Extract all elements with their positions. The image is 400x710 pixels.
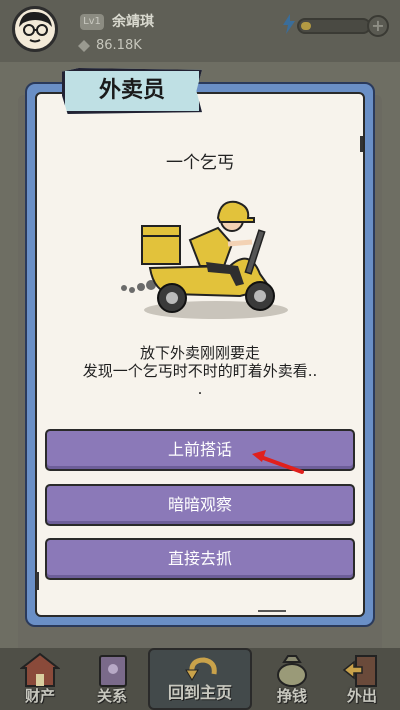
energy-bar (297, 18, 371, 34)
dialog-title: 外卖员 (98, 78, 165, 103)
energy-fill (301, 22, 311, 30)
avatar-face-icon (19, 11, 52, 43)
money-bag-icon (277, 655, 307, 687)
page-mark (258, 610, 286, 612)
story-line: . (197, 380, 203, 398)
choice-catch-button[interactable]: 直接去抓 (45, 538, 355, 580)
level-badge: Lv1 (80, 14, 104, 30)
nav-label: 回到主页 (167, 683, 232, 702)
delivery-scooter-illustration (121, 200, 288, 319)
nav-label: 关系 (96, 687, 127, 705)
nav-item-relations[interactable]: 关系 (76, 648, 148, 710)
money-icon (78, 40, 90, 52)
energy-icon (283, 14, 295, 34)
choice-talk-button[interactable]: 上前搭话 (45, 429, 355, 471)
nav-item-earn[interactable]: 挣钱 (256, 648, 328, 710)
story-line: 发现一个乞丐时不时的盯着外卖看.. (82, 362, 318, 380)
avatar[interactable] (12, 6, 58, 52)
story-line: 放下外卖刚刚要走 (139, 344, 260, 362)
nav-item-outing[interactable]: 外出 (326, 648, 398, 710)
top-hud: Lv1 余靖琪 86.18K + (0, 0, 400, 62)
nav-label: 外出 (346, 687, 377, 705)
nav-label: 挣钱 (276, 687, 307, 705)
nav-item-home[interactable]: 回到主页 (148, 648, 252, 710)
scroll-marker-right (360, 136, 363, 152)
scroll-marker-left (36, 572, 39, 590)
plus-icon[interactable]: + (367, 15, 389, 37)
nav-item-assets[interactable]: 财产 (4, 648, 76, 710)
exit-door-icon (342, 655, 377, 687)
book-icon (99, 655, 127, 687)
nav-label: 财产 (24, 687, 55, 705)
house-icon (20, 652, 60, 687)
story-text: 放下外卖刚刚要走 发现一个乞丐时不时的盯着外卖看.. . (40, 344, 360, 398)
event-title: 一个乞丐 (166, 153, 234, 173)
red-arrow-icon (252, 450, 304, 474)
money-value: 86.18K (96, 38, 142, 53)
choice-observe-button[interactable]: 暗暗观察 (45, 484, 355, 526)
player-name: 余靖琪 (112, 14, 154, 30)
